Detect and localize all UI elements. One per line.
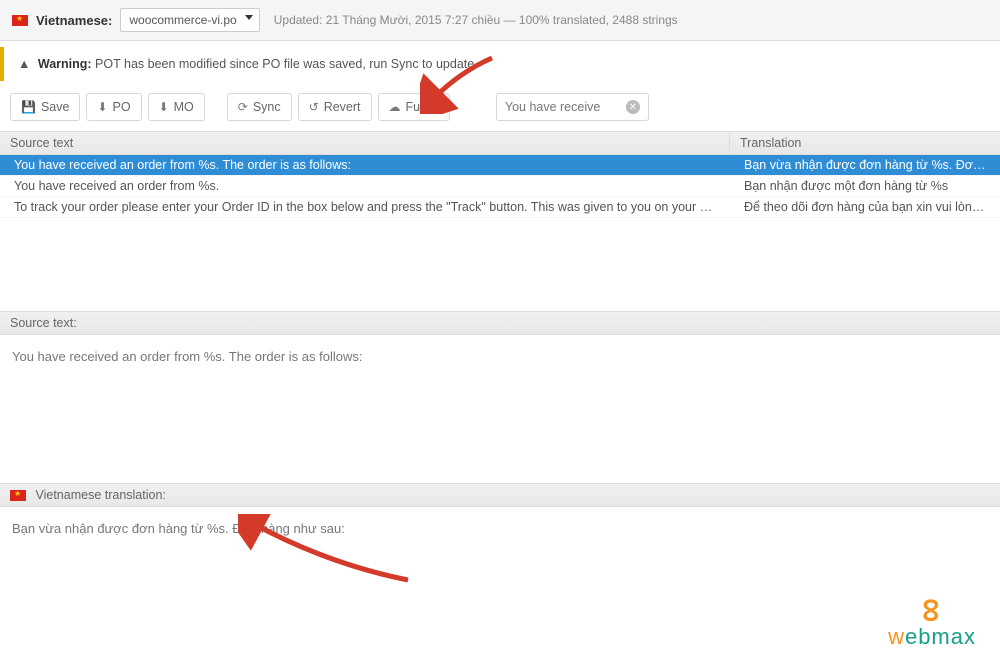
top-bar: Vietnamese: woocommerce-vi.po Updated: 2… (0, 0, 1000, 41)
fuzzy-button[interactable]: ☁ Fuzzy (378, 93, 450, 121)
save-label: Save (41, 100, 70, 114)
warning-label: Warning: (38, 57, 92, 71)
source-text-body[interactable]: You have received an order from %s. The … (0, 335, 1000, 483)
file-select[interactable]: woocommerce-vi.po (120, 8, 259, 32)
warning-text: POT has been modified since PO file was … (95, 57, 474, 71)
column-header-source: Source text (0, 132, 730, 154)
table-row[interactable]: You have received an order from %s. Bạn … (0, 176, 1000, 197)
updated-status: Updated: 21 Tháng Mười, 2015 7:27 chiều … (274, 13, 678, 27)
mo-button[interactable]: ⬇ MO (148, 93, 205, 121)
download-icon: ⬇ (159, 100, 169, 114)
translation-header: Vietnamese translation: (0, 483, 1000, 507)
column-header-translation: Translation (730, 132, 1000, 154)
po-label: PO (113, 100, 131, 114)
brand-rest: ebmax (905, 624, 976, 649)
table-row[interactable]: To track your order please enter your Or… (0, 197, 1000, 218)
warning-banner: ▲ Warning: POT has been modified since P… (0, 47, 1000, 81)
revert-label: Revert (324, 100, 361, 114)
watermark-logo: ∞ webmax (888, 600, 976, 650)
translation-rows: You have received an order from %s. The … (0, 155, 1000, 311)
cell-translation: Bạn vừa nhận được đơn hàng từ %s. Đơn hà… (730, 155, 1000, 175)
flag-icon (10, 490, 26, 501)
filter-box: ✕ (496, 93, 649, 121)
brand-text: webmax (888, 624, 976, 650)
infinity-icon: ∞ (920, 598, 944, 622)
cell-source: You have received an order from %s. The … (0, 155, 730, 175)
table-header: Source text Translation (0, 131, 1000, 155)
undo-icon: ↺ (309, 100, 319, 114)
translation-body[interactable]: Bạn vừa nhận được đơn hàng từ %s. Đơn hà… (0, 507, 1000, 615)
source-text-header: Source text: (0, 311, 1000, 335)
cell-translation: Bạn nhận được một đơn hàng từ %s (730, 176, 1000, 196)
filter-input[interactable] (505, 100, 620, 114)
file-select-value: woocommerce-vi.po (129, 13, 236, 27)
fuzzy-label: Fuzzy (406, 100, 439, 114)
refresh-icon: ⟳ (238, 100, 248, 114)
revert-button[interactable]: ↺ Revert (298, 93, 372, 121)
cell-translation: Để theo dõi đơn hàng của bạn xin vui lòn… (730, 197, 1000, 217)
save-icon: 💾 (21, 100, 36, 114)
flag-icon (12, 15, 28, 26)
sync-label: Sync (253, 100, 281, 114)
warning-icon: ▲ (18, 57, 30, 71)
clear-filter-button[interactable]: ✕ (626, 100, 640, 114)
save-button[interactable]: 💾 Save (10, 93, 80, 121)
download-icon: ⬇ (97, 100, 107, 114)
sync-button[interactable]: ⟳ Sync (227, 93, 292, 121)
language-label: Vietnamese: (36, 13, 112, 28)
cell-source: To track your order please enter your Or… (0, 197, 730, 217)
po-button[interactable]: ⬇ PO (86, 93, 141, 121)
toolbar: 💾 Save ⬇ PO ⬇ MO ⟳ Sync ↺ Revert ☁ Fuzzy… (0, 93, 1000, 131)
brand-w: w (888, 624, 905, 649)
translation-header-label: Vietnamese translation: (35, 488, 165, 502)
table-row[interactable]: You have received an order from %s. The … (0, 155, 1000, 176)
chevron-down-icon (245, 15, 253, 20)
mo-label: MO (174, 100, 194, 114)
cloud-icon: ☁ (389, 100, 401, 114)
cell-source: You have received an order from %s. (0, 176, 730, 196)
